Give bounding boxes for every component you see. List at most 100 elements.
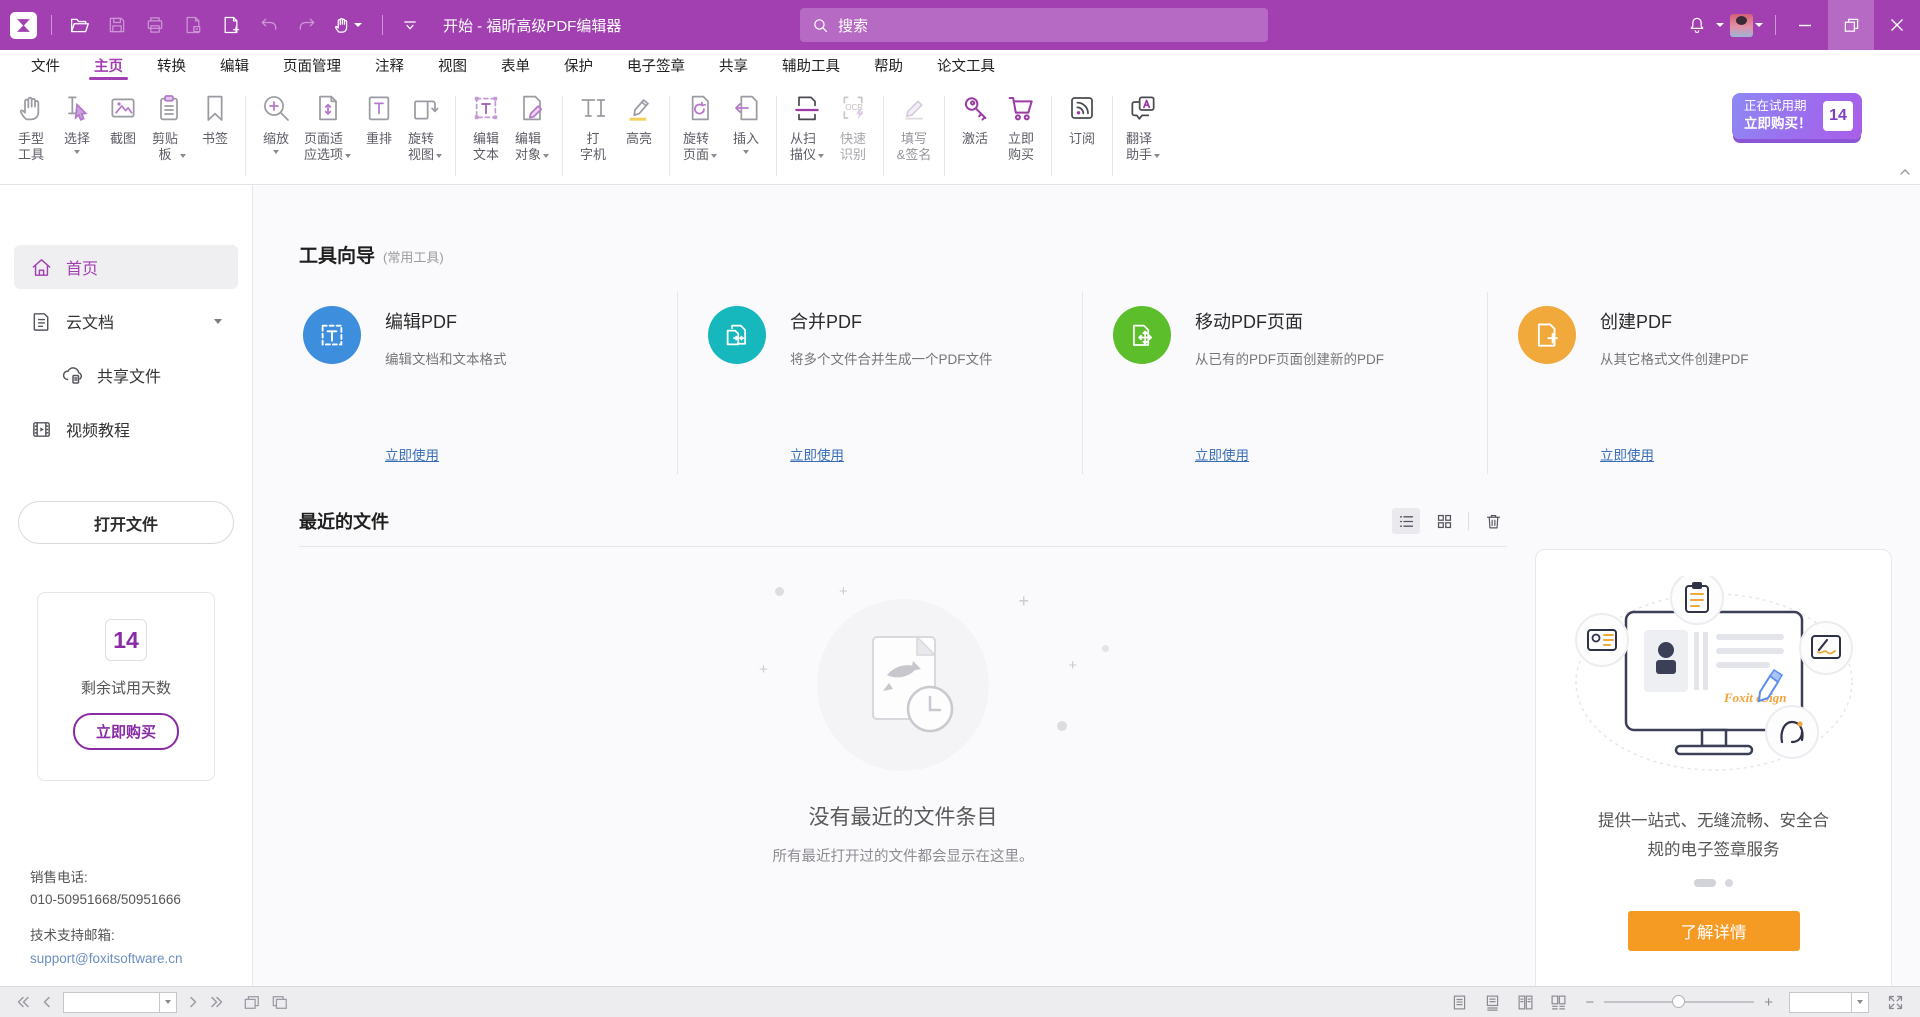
- sidebar-item-label: 视频教程: [66, 417, 130, 441]
- use-now-link[interactable]: 立即使用: [385, 444, 659, 464]
- rotate-pages-button[interactable]: 旋转 页面: [677, 88, 723, 164]
- menu-accessibility[interactable]: 辅助工具: [765, 50, 857, 80]
- use-now-link[interactable]: 立即使用: [1600, 444, 1874, 464]
- page-fit-button[interactable]: 页面适 应选项: [299, 88, 356, 164]
- page-number-input[interactable]: [63, 992, 159, 1013]
- user-avatar[interactable]: [1730, 14, 1753, 37]
- bookmark-icon: [197, 90, 233, 126]
- typewriter-button[interactable]: 打 字机: [570, 88, 616, 164]
- subscribe-button[interactable]: 订阅: [1059, 88, 1105, 149]
- hand-tool-button[interactable]: 手型 工具: [8, 88, 54, 164]
- menu-file[interactable]: 文件: [14, 50, 77, 80]
- zoom-button[interactable]: 缩放: [253, 88, 299, 156]
- menu-convert[interactable]: 转换: [140, 50, 203, 80]
- list-view-button[interactable]: [1392, 508, 1420, 534]
- use-now-link[interactable]: 立即使用: [1195, 444, 1469, 464]
- first-page-button[interactable]: [10, 987, 36, 1017]
- clear-recent-button[interactable]: [1479, 508, 1507, 534]
- close-button[interactable]: [1874, 0, 1920, 50]
- last-page-button[interactable]: [204, 987, 230, 1017]
- learn-more-button[interactable]: 了解详情: [1628, 911, 1800, 951]
- menu-page-management[interactable]: 页面管理: [266, 50, 358, 80]
- zoom-percent-input[interactable]: [1789, 992, 1851, 1013]
- open-file-button[interactable]: 打开文件: [18, 501, 234, 544]
- zoom-slider-thumb[interactable]: [1672, 995, 1685, 1008]
- menu-protect[interactable]: 保护: [547, 50, 610, 80]
- support-email-link[interactable]: support@foxitsoftware.cn: [30, 948, 183, 970]
- ribbon-divider: [669, 96, 670, 176]
- collapse-ribbon-icon[interactable]: [1898, 164, 1912, 182]
- carousel-dot-active[interactable]: [1694, 879, 1716, 887]
- menu-edit[interactable]: 编辑: [203, 50, 266, 80]
- zoom-out-button[interactable]: −: [1583, 994, 1596, 1011]
- tool-card-merge-pdf[interactable]: 合并PDF 将多个文件合并生成一个PDF文件 立即使用: [677, 292, 1082, 474]
- carousel-dot[interactable]: [1725, 879, 1733, 887]
- open-file-icon[interactable]: [62, 8, 96, 42]
- tool-card-edit-pdf[interactable]: 编辑PDF 编辑文档和文本格式 立即使用: [299, 292, 677, 474]
- clipboard-button[interactable]: 剪贴 板: [146, 88, 192, 164]
- rotate-view-button[interactable]: 旋转 视图: [402, 88, 448, 164]
- account-caret-icon[interactable]: [1755, 23, 1763, 27]
- zoom-in-button[interactable]: +: [1762, 994, 1775, 1011]
- menu-esign[interactable]: 电子签章: [610, 50, 702, 80]
- fill-sign-button[interactable]: 填写 &签名: [891, 88, 937, 164]
- previous-view-button[interactable]: [238, 987, 266, 1017]
- sidebar-item-video-tutorials[interactable]: 视频教程: [14, 407, 238, 451]
- translate-assistant-button[interactable]: 翻译 助手: [1120, 88, 1166, 164]
- tool-card-move-pages[interactable]: 移动PDF页面 从已有的PDF页面创建新的PDF 立即使用: [1082, 292, 1487, 474]
- insert-pages-button[interactable]: 插入: [723, 88, 769, 156]
- create-pdf-icon[interactable]: [214, 8, 248, 42]
- snapshot-button[interactable]: 截图: [100, 88, 146, 149]
- page-dropdown-button[interactable]: [159, 992, 177, 1013]
- fullscreen-button[interactable]: [1881, 987, 1910, 1017]
- next-page-button[interactable]: [183, 987, 204, 1017]
- zoom-slider-track[interactable]: [1604, 1001, 1754, 1003]
- edit-object-button[interactable]: 编辑 对象: [509, 88, 555, 164]
- customize-toolbar-icon[interactable]: [393, 8, 427, 42]
- trial-card: 14 剩余试用天数 立即购买: [37, 592, 215, 781]
- from-scanner-button[interactable]: 从扫 描仪: [784, 88, 830, 164]
- highlight-button[interactable]: 高亮: [616, 88, 662, 149]
- facing-continuous-view-button[interactable]: [1544, 987, 1573, 1017]
- minimize-button[interactable]: [1782, 0, 1828, 50]
- activate-button[interactable]: 激活: [952, 88, 998, 149]
- sidebar-item-cloud-docs[interactable]: 云文档: [14, 299, 238, 343]
- next-view-button[interactable]: [266, 987, 294, 1017]
- menu-view[interactable]: 视图: [421, 50, 484, 80]
- buy-now-button[interactable]: 立即 购买: [998, 88, 1044, 164]
- foxit-logo-icon: [10, 12, 37, 39]
- menu-help[interactable]: 帮助: [857, 50, 920, 80]
- svg-text:Foxit eSign: Foxit eSign: [1723, 690, 1787, 705]
- edit-pdf-icon: [303, 306, 361, 364]
- trial-badge[interactable]: 正在试用期 立即购买！ 14: [1732, 93, 1862, 139]
- tool-card-create-pdf[interactable]: 创建PDF 从其它格式文件创建PDF 立即使用: [1487, 292, 1892, 474]
- quick-ocr-button[interactable]: OCR 快速 识别: [830, 88, 876, 164]
- buy-now-pill-button[interactable]: 立即购买: [73, 713, 179, 750]
- restore-button[interactable]: [1828, 0, 1874, 50]
- notifications-bell-icon[interactable]: [1680, 8, 1714, 42]
- zoom-dropdown-button[interactable]: [1851, 992, 1869, 1013]
- sales-phone-label: 销售电话:: [30, 867, 183, 889]
- bookmark-button[interactable]: 书签: [192, 88, 238, 149]
- grid-view-button[interactable]: [1430, 508, 1458, 534]
- menu-home[interactable]: 主页: [77, 50, 140, 80]
- sidebar-item-home[interactable]: 首页: [14, 245, 238, 289]
- menu-form[interactable]: 表单: [484, 50, 547, 80]
- carousel-dots[interactable]: [1536, 879, 1891, 887]
- select-tool-button[interactable]: 选择: [54, 88, 100, 156]
- continuous-view-button[interactable]: [1478, 987, 1507, 1017]
- use-now-link[interactable]: 立即使用: [790, 444, 1064, 464]
- reflow-button[interactable]: 重排: [356, 88, 402, 149]
- single-page-view-button[interactable]: [1445, 987, 1474, 1017]
- menu-comment[interactable]: 注释: [358, 50, 421, 80]
- sidebar-item-shared-files[interactable]: 共享文件: [14, 353, 238, 397]
- expand-caret-icon[interactable]: [214, 319, 222, 324]
- menu-share[interactable]: 共享: [702, 50, 765, 80]
- notifications-caret-icon[interactable]: [1716, 23, 1724, 27]
- edit-text-button[interactable]: 编辑 文本: [463, 88, 509, 164]
- search-input[interactable]: 搜索: [800, 8, 1268, 42]
- previous-page-button[interactable]: [36, 987, 57, 1017]
- hand-tool-icon[interactable]: [328, 8, 372, 42]
- facing-view-button[interactable]: [1511, 987, 1540, 1017]
- menu-paper-tools[interactable]: 论文工具: [920, 50, 1012, 80]
